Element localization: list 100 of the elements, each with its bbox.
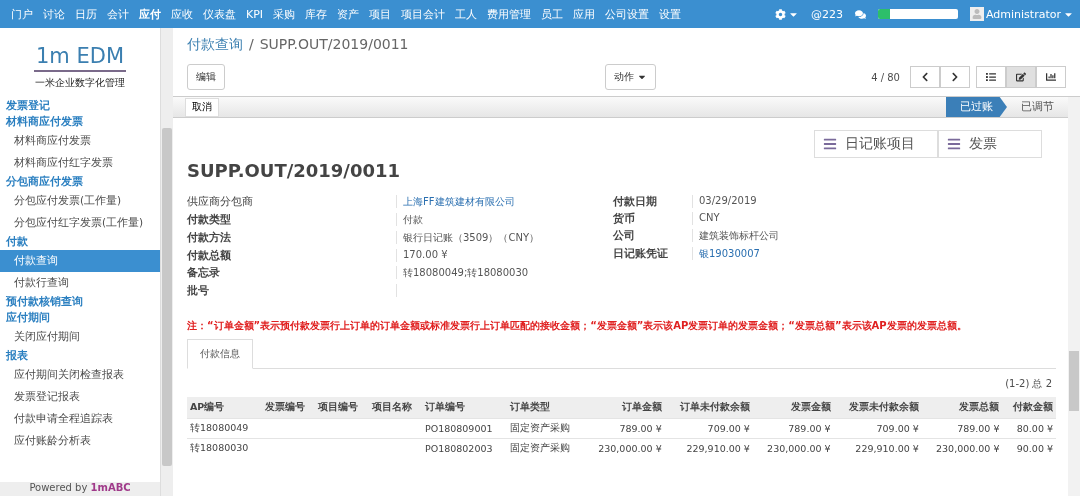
chevron-right-icon [950, 72, 960, 82]
sidebar-item[interactable]: 付款申请全程追踪表 [0, 408, 160, 430]
column-header: 订单金额 [584, 397, 665, 419]
menu-link[interactable]: 公司设置 [600, 6, 655, 22]
sidebar-item[interactable]: 付款行查询 [0, 272, 160, 294]
tab[interactable]: 付款信息 [187, 339, 253, 369]
sidebar-section-header[interactable]: 付款 [0, 234, 160, 250]
field-label: 付款日期 [613, 195, 693, 208]
breadcrumb-link[interactable]: 付款查询 [187, 36, 243, 54]
menu-link[interactable]: 项目 [364, 6, 397, 22]
menu-link[interactable]: 库存 [300, 6, 333, 22]
sidebar-section-header[interactable]: 材料商应付发票 [0, 114, 160, 130]
column-header: 付款金额 [1002, 397, 1056, 419]
smart-button[interactable]: 日记账项目 [814, 130, 938, 158]
avatar-icon [970, 7, 984, 21]
menu-link[interactable]: 应收 [166, 6, 198, 22]
field-link[interactable]: 上海FF建筑建材有限公司 [397, 195, 613, 209]
column-header: 发票金额 [752, 397, 834, 419]
menu-link[interactable]: KPI [241, 7, 269, 21]
bar-chart-icon [1046, 72, 1056, 82]
field-link[interactable]: 银19030007 [693, 247, 813, 261]
mentions-link[interactable]: @223 [811, 7, 843, 21]
sidebar-item[interactable]: 分包应付红字发票(工作量) [0, 212, 160, 234]
sidebar-item[interactable]: 材料商应付红字发票 [0, 152, 160, 174]
field-label: 备忘录 [187, 266, 397, 279]
sidebar-item[interactable]: 应付账龄分析表 [0, 430, 160, 452]
table-cell: 转18080030 [187, 438, 262, 458]
menu-link[interactable]: 会计 [102, 6, 134, 22]
settings-icon [775, 8, 786, 20]
menu-link[interactable]: 讨论 [38, 6, 70, 22]
field-label: 公司 [613, 229, 693, 242]
column-header: 项目编号 [315, 397, 369, 419]
column-header: 订单类型 [507, 397, 585, 419]
sidebar-item[interactable]: 关闭应付期间 [0, 326, 160, 348]
table-cell: 230,000.00 ¥ [752, 438, 834, 458]
chat-icon[interactable] [855, 8, 866, 20]
user-menu[interactable]: Administrator [970, 7, 1074, 21]
column-header: 订单未付款余额 [664, 397, 753, 419]
table-cell: 80.00 ¥ [1002, 418, 1056, 439]
menu-link[interactable]: 采购 [268, 6, 301, 22]
previous-button[interactable] [910, 66, 940, 88]
list-icon [986, 72, 996, 82]
sidebar-section-header[interactable]: 发票登记 [0, 98, 160, 114]
list-view-button[interactable] [976, 66, 1006, 88]
column-header: 订单编号 [421, 397, 508, 419]
menu-link[interactable]: 仪表盘 [198, 6, 241, 22]
menu-link[interactable]: 费用管理 [482, 6, 537, 22]
table-cell: 709.00 ¥ [833, 418, 922, 439]
table-cell: 230,000.00 ¥ [584, 438, 665, 458]
field-value: 建筑装饰标杆公司 [698, 229, 780, 243]
menu-link[interactable]: 门户 [6, 6, 38, 22]
sidebar-section-header[interactable]: 报表 [0, 348, 160, 364]
chevron-left-icon [920, 72, 930, 82]
record-pager: 4 / 80 [871, 71, 900, 83]
field-value: CNY [698, 212, 721, 225]
cancel-button[interactable]: 取消 [185, 97, 219, 117]
sidebar-item[interactable]: 应付期间关闭检查报表 [0, 364, 160, 386]
status-stage[interactable]: 已调节 [1007, 97, 1068, 117]
action-dropdown[interactable]: 动作 [605, 64, 656, 90]
menu-link[interactable]: 工人 [450, 6, 483, 22]
graph-view-button[interactable] [1036, 66, 1066, 88]
field-label: 货币 [613, 212, 693, 225]
table-cell: 229,910.00 ¥ [833, 438, 922, 458]
field-label: 付款方法 [187, 231, 397, 244]
content-scrollbar[interactable] [1068, 97, 1080, 496]
edit-icon [1016, 72, 1026, 82]
edit-button[interactable]: 编辑 [187, 64, 225, 90]
menu-link[interactable]: 员工 [536, 6, 569, 22]
status-stage[interactable]: 已过账 [946, 97, 1007, 117]
sidebar-section-header[interactable]: 应付期间 [0, 310, 160, 326]
menu-link[interactable]: 应用 [568, 6, 601, 22]
menu-link[interactable]: 设置 [654, 6, 687, 22]
form-view-button[interactable] [1006, 66, 1036, 88]
settings-menu[interactable] [775, 8, 799, 20]
table-cell: 固定资产采购 [507, 418, 585, 439]
sidebar-scrollbar[interactable] [161, 28, 173, 496]
table-cell: 90.00 ¥ [1002, 438, 1056, 458]
table-pager: (1-2) 总 2 [1004, 377, 1052, 391]
menu-icon [947, 137, 961, 151]
table-cell: PO180809001 [421, 418, 508, 439]
sidebar-section-header[interactable]: 分包商应付发票 [0, 174, 160, 190]
smart-button[interactable]: 发票 [938, 130, 1042, 158]
next-button[interactable] [940, 66, 970, 88]
menu-link[interactable]: 日历 [70, 6, 102, 22]
sidebar-item[interactable]: 材料商应付发票 [0, 130, 160, 152]
field-value: 付款 [402, 213, 424, 227]
column-header: 项目名称 [368, 397, 422, 419]
table-cell: 789.00 ¥ [584, 418, 665, 439]
table-cell: PO180802003 [421, 438, 508, 458]
sidebar-item[interactable]: 分包应付发票(工作量) [0, 190, 160, 212]
menu-link[interactable]: 资产 [332, 6, 365, 22]
menu-link[interactable]: 应付 [134, 6, 166, 22]
note-text: 注：“订单金额”表示预付款发票行上订单的订单金额或标准发票行上订单匹配的接收金额；“发票金额”表示该AP发票订单的发票金额；“发票总额”表示该AP发票的发票总额。 [187, 319, 968, 333]
table-cell: 230,000.00 ¥ [921, 438, 1003, 458]
sidebar-section-header[interactable]: 预付款核销查询 [0, 294, 160, 310]
table-cell: 709.00 ¥ [664, 418, 753, 439]
sidebar-item[interactable]: 付款查询 [0, 250, 160, 272]
sidebar-item[interactable]: 发票登记报表 [0, 386, 160, 408]
column-header: 发票编号 [261, 397, 316, 419]
menu-link[interactable]: 项目会计 [396, 6, 451, 22]
